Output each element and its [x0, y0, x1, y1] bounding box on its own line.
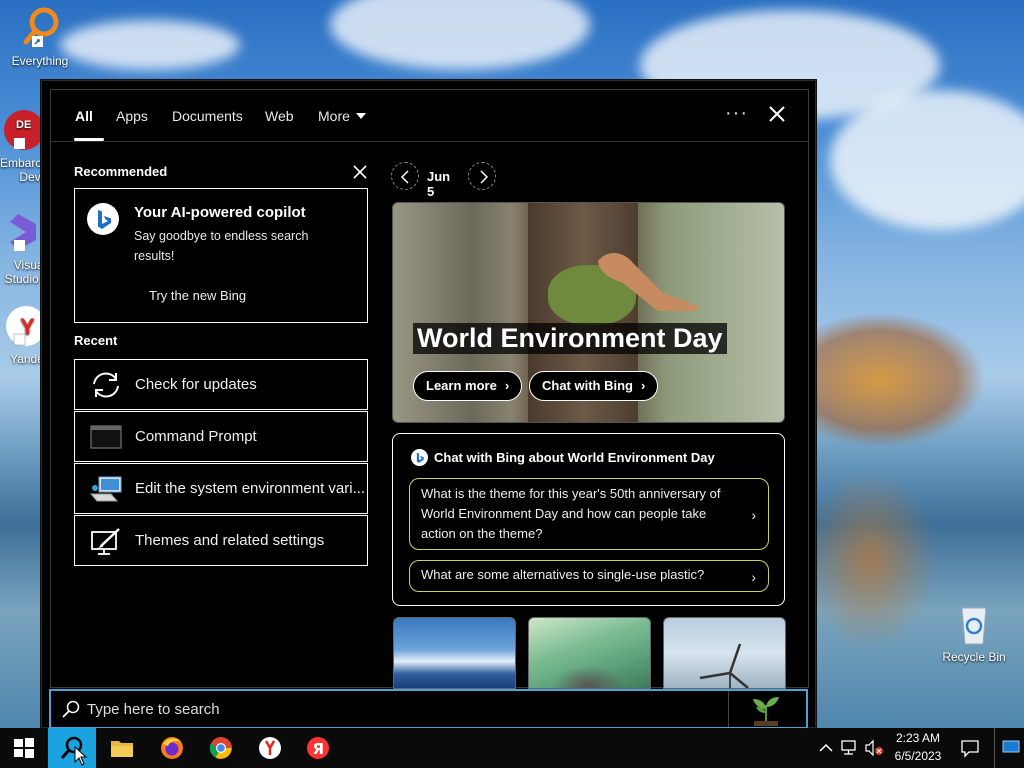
close-icon[interactable]: [767, 104, 787, 124]
recommended-heading: Recommended: [74, 164, 168, 179]
search-bar: [49, 689, 808, 729]
wind-turbine-icon: [699, 643, 749, 688]
file-explorer-icon: [111, 741, 133, 757]
yandex-icon: [259, 737, 281, 759]
chevron-right-icon: ›: [751, 569, 756, 585]
firefox-icon: [161, 737, 183, 759]
learn-more-label: Learn more: [426, 378, 497, 393]
world-environment-day-card[interactable]: World Environment Day Learn more › Chat w…: [392, 202, 785, 423]
previous-day-button[interactable]: [391, 162, 419, 190]
chevron-right-icon: ›: [641, 378, 646, 393]
recent-item-check-for-updates[interactable]: Check for updates: [74, 359, 368, 410]
bing-logo-icon: [87, 203, 119, 235]
dismiss-recommended-icon[interactable]: [352, 164, 368, 180]
refresh-icon: [93, 372, 119, 398]
system-properties-icon: [89, 476, 122, 502]
recent-heading: Recent: [74, 333, 118, 348]
start-button[interactable]: [0, 728, 48, 768]
taskbar-file-explorer[interactable]: [98, 728, 146, 768]
embarcadero-icon: DE: [0, 108, 44, 152]
taskbar-search-button[interactable]: [48, 728, 96, 768]
copilot-title: Your AI-powered copilot: [134, 204, 306, 221]
recent-item-themes[interactable]: Themes and related settings: [74, 515, 368, 566]
chat-with-bing-button[interactable]: Chat with Bing ›: [529, 371, 659, 401]
chevron-right-icon: ›: [751, 507, 756, 523]
yandex-browser-icon: Я: [307, 737, 329, 759]
svg-text:Я: Я: [313, 740, 325, 758]
recent-item-command-prompt[interactable]: Command Prompt: [74, 411, 368, 462]
yandex-desktop-icon: Y: [0, 304, 46, 348]
hero-title: World Environment Day: [413, 323, 727, 354]
desktop-icon-label: Everything: [11, 54, 69, 68]
chat-with-bing-label: Chat with Bing: [542, 378, 633, 393]
recent-item-label: Command Prompt: [135, 428, 257, 445]
question-text: What is the theme for this year's 50th a…: [421, 486, 721, 541]
volume-muted-icon[interactable]: [864, 739, 884, 757]
next-day-button[interactable]: [468, 162, 496, 190]
hands-image: [598, 252, 698, 311]
more-options-button[interactable]: ···: [725, 102, 748, 125]
desktop-icon-everything[interactable]: Everything: [0, 6, 80, 68]
recent-item-label: Check for updates: [135, 376, 257, 393]
thumbnail-seal[interactable]: [528, 617, 651, 689]
visual-studio-icon: [0, 210, 40, 254]
taskbar-yandex-browser[interactable]: Я: [294, 728, 342, 768]
search-divider: [728, 691, 729, 727]
active-tab-indicator: [74, 138, 104, 141]
question-text: What are some alternatives to single-use…: [421, 567, 705, 582]
display-icon[interactable]: [1002, 740, 1020, 754]
windows-start-icon: [14, 738, 34, 758]
taskbar-yandex[interactable]: [246, 728, 294, 768]
clock-time[interactable]: 2:23 AM: [886, 731, 950, 745]
copilot-card[interactable]: Your AI-powered copilot Say goodbye to e…: [74, 188, 368, 323]
recycle-bin-icon: [952, 602, 996, 646]
recent-item-environment-variables[interactable]: Edit the system environment vari...: [74, 463, 368, 514]
suggested-question-theme[interactable]: What is the theme for this year's 50th a…: [409, 478, 769, 550]
mouse-cursor-icon: [74, 746, 88, 766]
search-window: All Apps Documents Web More ··· Recommen…: [41, 80, 816, 729]
everything-icon: [18, 6, 62, 50]
bing-logo-icon: [411, 449, 428, 466]
chrome-icon: [209, 737, 232, 759]
show-desktop-divider: [994, 728, 995, 768]
tab-more[interactable]: More: [318, 108, 366, 124]
chat-card-heading: Chat with Bing about World Environment D…: [434, 450, 715, 465]
desktop-icon-recycle-bin[interactable]: Recycle Bin: [934, 602, 1014, 664]
search-input[interactable]: [87, 697, 727, 721]
thumbnail-wind-turbine[interactable]: [663, 617, 786, 689]
action-center-icon[interactable]: [960, 738, 980, 758]
taskbar-chrome[interactable]: [197, 728, 245, 768]
tab-more-label: More: [318, 108, 350, 124]
recent-item-label: Edit the system environment vari...: [135, 480, 365, 497]
show-hidden-icons-chevron-icon[interactable]: [818, 741, 834, 755]
search-panel: All Apps Documents Web More ··· Recommen…: [50, 89, 809, 689]
thumbnail-ocean[interactable]: [393, 617, 516, 689]
taskbar-firefox[interactable]: [148, 728, 196, 768]
network-icon[interactable]: [840, 739, 860, 757]
tab-apps[interactable]: Apps: [116, 108, 148, 124]
taskbar: Я 2:23 AM 6/5/2023: [0, 728, 1024, 768]
tab-all[interactable]: All: [75, 108, 93, 124]
chat-with-bing-card: Chat with Bing about World Environment D…: [392, 433, 785, 606]
command-prompt-icon: [90, 425, 122, 449]
highlight-date: Jun 5: [427, 169, 451, 199]
try-new-bing-link[interactable]: Try the new Bing: [149, 288, 246, 303]
search-tabs-bar: All Apps Documents Web More ···: [51, 90, 808, 142]
tab-documents[interactable]: Documents: [172, 108, 243, 124]
tab-web[interactable]: Web: [265, 108, 294, 124]
themes-icon: [91, 528, 120, 555]
recent-item-label: Themes and related settings: [135, 532, 325, 549]
desktop-icon-label: Recycle Bin: [942, 650, 1006, 664]
clock-date[interactable]: 6/5/2023: [886, 749, 950, 763]
search-icon: [62, 700, 80, 718]
svg-text:DE: DE: [16, 119, 31, 131]
caret-down-icon: [355, 113, 366, 119]
suggested-question-plastic[interactable]: What are some alternatives to single-use…: [409, 560, 769, 592]
chevron-right-icon: ›: [504, 378, 510, 393]
learn-more-button[interactable]: Learn more ›: [413, 371, 523, 401]
copilot-description: Say goodbye to endless search results!: [134, 229, 309, 263]
seedling-icon: [753, 697, 779, 726]
